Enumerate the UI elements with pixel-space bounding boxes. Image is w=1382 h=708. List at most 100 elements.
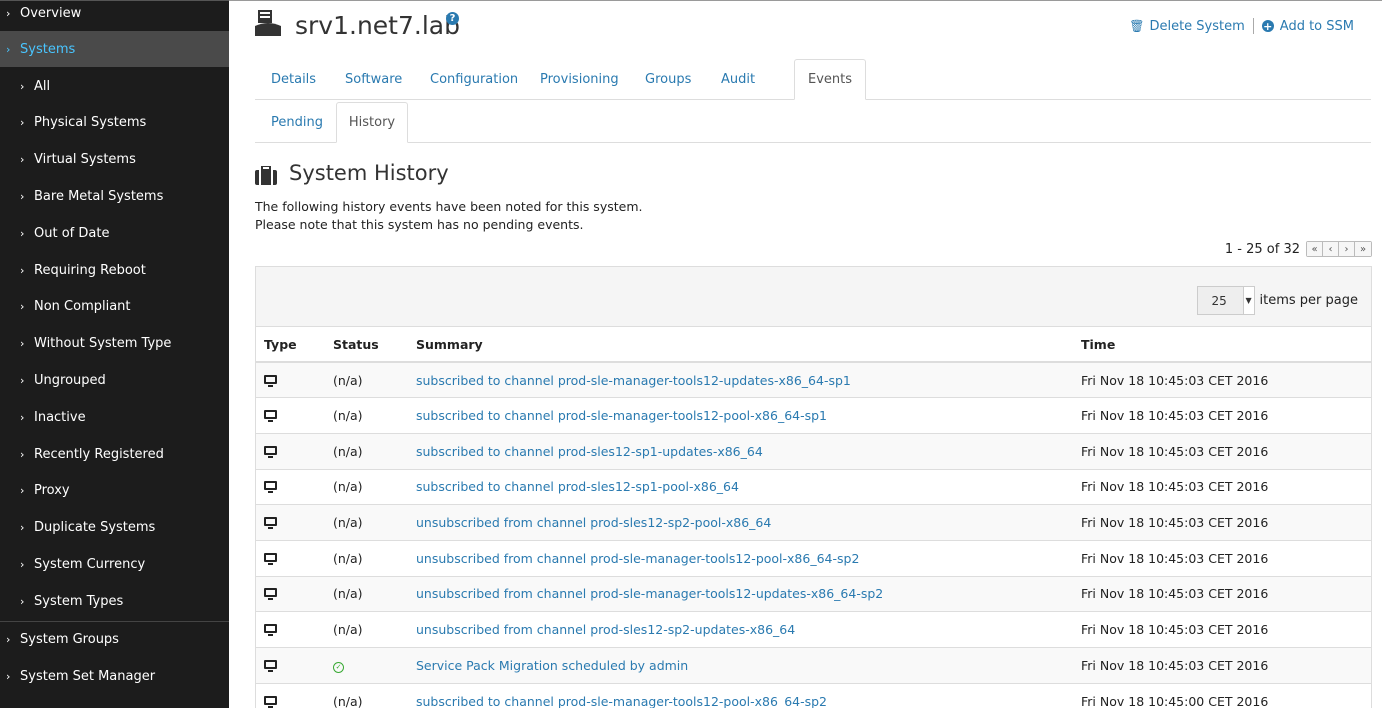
type-cell (256, 504, 325, 541)
tab-groups[interactable]: Groups (645, 59, 691, 99)
column-header-time[interactable]: Time (1073, 327, 1371, 363)
pagination-range: 1 - 25 of 32 (1224, 241, 1300, 257)
time-cell: Fri Nov 18 10:45:03 CET 2016 (1073, 611, 1371, 648)
sidebar-item-inactive[interactable]: › Inactive (0, 399, 229, 435)
type-cell (256, 433, 325, 470)
type-cell (256, 469, 325, 506)
sidebar-item-non-compliant[interactable]: › Non Compliant (0, 289, 229, 325)
event-summary-link[interactable]: unsubscribed from channel prod-sles12-sp… (416, 515, 771, 530)
sidebar-item-system-types[interactable]: › System Types (0, 583, 229, 619)
sidebar-item-label: Without System Type (34, 336, 172, 352)
items-per-page-select[interactable]: 25 ▼ (1196, 286, 1255, 315)
sidebar-item-ungrouped[interactable]: › Ungrouped (0, 362, 229, 398)
status-cell: (n/a) (325, 540, 408, 577)
sidebar-item-all[interactable]: › All (0, 68, 229, 104)
sidebar-item-label: Out of Date (34, 225, 110, 241)
sidebar-item-label: System Currency (34, 556, 146, 572)
pagination: 1 - 25 of 32 « ‹ › » (1225, 241, 1372, 257)
nav-system-groups[interactable]: › System Groups (0, 621, 229, 657)
table-row: (n/a) subscribed to channel prod-sle-mana… (256, 362, 1371, 399)
tab-audit[interactable]: Audit (721, 59, 755, 99)
sidebar-item-proxy[interactable]: › Proxy (0, 473, 229, 509)
sidebar-item-without-system-type[interactable]: › Without System Type (0, 326, 229, 362)
sidebar-item-bare-metal-systems[interactable]: › Bare Metal Systems (0, 178, 229, 214)
subtab-pending[interactable]: Pending (271, 102, 323, 142)
sidebar-item-system-currency[interactable]: › System Currency (0, 546, 229, 582)
history-panel: 25 ▼ items per page Type Status Summary … (255, 266, 1372, 708)
sidebar-item-recently-registered[interactable]: › Recently Registered (0, 436, 229, 472)
tab-details[interactable]: Details (271, 59, 316, 99)
event-summary-link[interactable]: subscribed to channel prod-sle-manager-t… (416, 373, 851, 388)
add-to-ssm-link[interactable]: Add to SSM (1280, 19, 1354, 34)
sidebar-item-label: Physical Systems (34, 115, 147, 131)
caret-down-icon: ▼ (1242, 287, 1254, 314)
event-summary-link[interactable]: subscribed to channel prod-sle-manager-t… (416, 694, 827, 708)
table-row: (n/a) unsubscribed from channel prod-sles… (256, 504, 1371, 541)
sidebar-item-virtual-systems[interactable]: › Virtual Systems (0, 142, 229, 178)
event-summary-link[interactable]: subscribed to channel prod-sles12-sp1-po… (416, 479, 739, 494)
help-icon[interactable]: ? (446, 12, 459, 25)
tab-software[interactable]: Software (345, 59, 402, 99)
tab-events[interactable]: Events (794, 59, 866, 100)
nav-systems[interactable]: › Systems (0, 31, 229, 67)
sidebar-item-label: Virtual Systems (34, 152, 136, 168)
sidebar-item-label: System Types (34, 593, 124, 609)
status-cell: (n/a) (325, 362, 408, 399)
chevron-right-icon: › (20, 410, 25, 424)
event-summary-link[interactable]: unsubscribed from channel prod-sle-manag… (416, 586, 883, 601)
nav-system-set-manager[interactable]: › System Set Manager (0, 658, 229, 694)
sidebar: › Overview › Systems › All › Physical Syste… (0, 0, 229, 708)
event-summary-link[interactable]: unsubscribed from channel prod-sles12-sp… (416, 622, 795, 637)
table-row: (n/a) unsubscribed from channel prod-sle-… (256, 540, 1371, 577)
chevron-right-icon: › (20, 557, 25, 571)
event-summary-link[interactable]: subscribed to channel prod-sles12-sp1-up… (416, 444, 763, 459)
panel-header: 25 ▼ items per page (256, 267, 1371, 327)
nav-systems-label: Systems (20, 41, 76, 57)
summary-cell: subscribed to channel prod-sle-manager-t… (408, 397, 1073, 434)
tab-provisioning[interactable]: Provisioning (540, 59, 619, 99)
event-summary-link[interactable]: subscribed to channel prod-sle-manager-t… (416, 408, 827, 423)
time-cell: Fri Nov 18 10:45:03 CET 2016 (1073, 647, 1371, 684)
column-header-summary[interactable]: Summary (408, 327, 1073, 363)
time-cell: Fri Nov 18 10:45:03 CET 2016 (1073, 540, 1371, 577)
column-header-type[interactable]: Type (256, 327, 325, 363)
divider (1252, 18, 1254, 34)
nav-overview-label: Overview (20, 5, 82, 21)
next-page-icon[interactable]: › (1339, 242, 1355, 256)
table-row: ✓ Service Pack Migration scheduled by adm… (256, 647, 1371, 684)
status-cell: ✓ (325, 647, 408, 684)
items-per-page: 25 ▼ items per page (1196, 286, 1358, 315)
chevron-right-icon: › (6, 669, 11, 683)
type-cell (256, 683, 325, 708)
table-row: (n/a) subscribed to channel prod-sles12-s… (256, 433, 1371, 470)
event-summary-link[interactable]: unsubscribed from channel prod-sle-manag… (416, 551, 859, 566)
prev-page-icon[interactable]: ‹ (1323, 242, 1339, 256)
tab-configuration[interactable]: Configuration (430, 59, 518, 99)
status-cell: (n/a) (325, 397, 408, 434)
chevron-right-icon: › (20, 337, 25, 351)
type-cell (256, 540, 325, 577)
last-page-icon[interactable]: » (1355, 242, 1371, 256)
sidebar-item-duplicate-systems[interactable]: › Duplicate Systems (0, 510, 229, 546)
sidebar-item-out-of-date[interactable]: › Out of Date (0, 215, 229, 251)
summary-cell: unsubscribed from channel prod-sle-manag… (408, 576, 1073, 613)
column-header-status[interactable]: Status (325, 327, 408, 363)
delete-system-link[interactable]: Delete System (1149, 19, 1244, 34)
chevron-right-icon: › (20, 153, 25, 167)
server-icon (255, 10, 281, 36)
sidebar-item-requiring-reboot[interactable]: › Requiring Reboot (0, 252, 229, 288)
chevron-right-icon: › (20, 189, 25, 203)
nav-overview[interactable]: › Overview (0, 0, 229, 31)
chevron-right-icon: › (20, 79, 25, 93)
event-summary-link[interactable]: Service Pack Migration scheduled by admi… (416, 658, 688, 673)
subtab-history[interactable]: History (336, 102, 408, 143)
sidebar-item-label: Proxy (34, 483, 70, 499)
monitor-icon (264, 624, 277, 637)
sidebar-item-physical-systems[interactable]: › Physical Systems (0, 105, 229, 141)
check-circle-icon: ✓ (333, 662, 344, 674)
items-per-page-label: items per page (1259, 293, 1358, 308)
time-cell: Fri Nov 18 10:45:03 CET 2016 (1073, 362, 1371, 399)
first-page-icon[interactable]: « (1307, 242, 1323, 256)
sidebar-item-label: Bare Metal Systems (34, 188, 164, 204)
nav-system-set-manager-label: System Set Manager (20, 668, 156, 684)
